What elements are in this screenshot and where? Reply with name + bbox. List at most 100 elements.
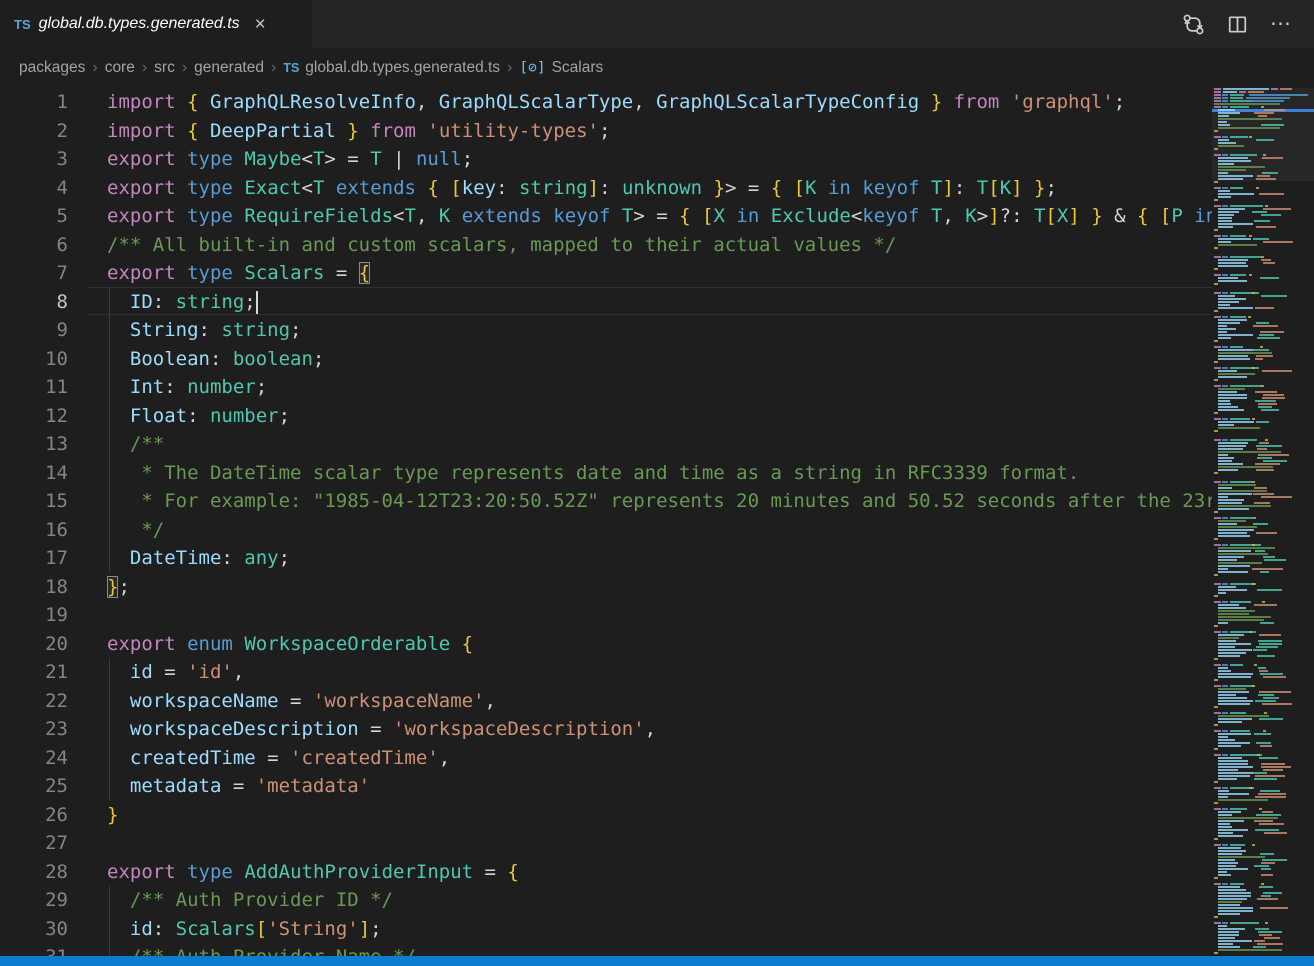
minimap-row — [1212, 781, 1314, 784]
breadcrumb-src[interactable]: src — [154, 59, 175, 77]
status-bar — [0, 956, 1314, 966]
minimap-row — [1212, 952, 1314, 955]
code-line[interactable]: /** — [107, 430, 164, 459]
minimap-row — [1212, 916, 1314, 919]
code-line[interactable]: export enum WorkspaceOrderable { — [107, 630, 473, 659]
chevron-right-icon: › — [507, 59, 512, 77]
minimap-row — [1212, 199, 1314, 202]
code-line[interactable]: workspaceDescription = 'workspaceDescrip… — [107, 715, 656, 744]
open-changes-icon[interactable] — [1178, 9, 1208, 39]
minimap-row — [1212, 679, 1314, 682]
code-line[interactable]: */ — [107, 516, 164, 545]
breadcrumb-packages[interactable]: packages — [19, 59, 85, 77]
more-actions-icon[interactable]: ⋯ — [1266, 9, 1296, 39]
line-number: 28 — [0, 858, 68, 887]
minimap-row — [1212, 658, 1314, 661]
tab-global-db-types-generated[interactable]: TS global.db.types.generated.ts × — [0, 0, 312, 48]
breadcrumb-symbol[interactable]: Scalars — [552, 59, 604, 77]
code-line[interactable]: import { DeepPartial } from 'utility-typ… — [107, 117, 610, 146]
line-number: 8 — [0, 288, 68, 317]
code-line[interactable]: ID: string; — [107, 288, 256, 317]
line-number: 22 — [0, 687, 68, 716]
minimap-row — [1212, 268, 1314, 271]
code-line[interactable]: export type Maybe<T> = T | null; — [107, 145, 473, 174]
minimap-row — [1212, 229, 1314, 232]
minimap-row — [1212, 511, 1314, 514]
line-number: 24 — [0, 744, 68, 773]
line-number: 12 — [0, 402, 68, 431]
code-line[interactable]: workspaceName = 'workspaceName', — [107, 687, 496, 716]
tab-bar: TS global.db.types.generated.ts × — [0, 0, 1314, 48]
code-line[interactable]: createdTime = 'createdTime', — [107, 744, 450, 773]
minimap-row — [1212, 877, 1314, 880]
minimap-row — [1212, 538, 1314, 541]
line-number: 20 — [0, 630, 68, 659]
minimap-row — [1212, 838, 1314, 841]
minimap-row — [1212, 340, 1314, 343]
code-line[interactable]: * For example: "1985-04-12T23:20:50.52Z"… — [107, 487, 1212, 516]
minimap-row — [1212, 283, 1314, 286]
code-line[interactable]: }; — [107, 573, 130, 602]
code-line[interactable]: export type Scalars = { — [107, 259, 370, 288]
line-number: 9 — [0, 316, 68, 345]
line-number: 21 — [0, 658, 68, 687]
minimap-row — [1212, 430, 1314, 433]
close-tab-icon[interactable]: × — [252, 14, 269, 35]
typescript-file-icon: TS — [14, 17, 31, 32]
breadcrumb-core[interactable]: core — [105, 59, 135, 77]
code-line[interactable]: } — [107, 801, 118, 830]
line-number: 16 — [0, 516, 68, 545]
split-editor-icon[interactable] — [1222, 9, 1252, 39]
code-line[interactable]: Float: number; — [107, 402, 290, 431]
line-number: 3 — [0, 145, 68, 174]
breadcrumb: packages › core › src › generated › TS g… — [0, 48, 1314, 88]
minimap-row — [1212, 724, 1314, 727]
code-line[interactable]: export type AddAuthProviderInput = { — [107, 858, 519, 887]
minimap-row — [1212, 472, 1314, 475]
editor-code[interactable]: 1import { GraphQLResolveInfo, GraphQLSca… — [0, 88, 1212, 956]
line-number: 18 — [0, 573, 68, 602]
minimap-row — [1212, 181, 1314, 184]
vscode-window: TS global.db.types.generated.ts × — [0, 0, 1314, 966]
code-line[interactable]: /** Auth Provider ID */ — [107, 886, 393, 915]
minimap-row — [1212, 310, 1314, 313]
tab-title: global.db.types.generated.ts — [39, 15, 240, 33]
code-line[interactable]: export type Exact<T extends { [key: stri… — [107, 174, 1057, 203]
code-line[interactable]: metadata = 'metadata' — [107, 772, 370, 801]
line-number: 14 — [0, 459, 68, 488]
breadcrumb-file[interactable]: global.db.types.generated.ts — [305, 59, 500, 77]
code-line[interactable]: Int: number; — [107, 373, 267, 402]
minimap-row — [1212, 247, 1314, 250]
minimap-row — [1212, 574, 1314, 577]
breadcrumb-generated[interactable]: generated — [194, 59, 264, 77]
code-line[interactable]: export type RequireFields<T, K extends k… — [107, 202, 1212, 231]
chevron-right-icon: › — [142, 59, 147, 77]
code-line[interactable]: /** Auth Provider Name */ — [107, 943, 416, 956]
line-number: 2 — [0, 117, 68, 146]
line-number: 13 — [0, 430, 68, 459]
line-number: 15 — [0, 487, 68, 516]
code-line[interactable]: DateTime: any; — [107, 544, 290, 573]
minimap-row — [1212, 148, 1314, 151]
code-line[interactable]: id: Scalars['String']; — [107, 915, 382, 944]
minimap-row — [1212, 412, 1314, 415]
line-number: 6 — [0, 231, 68, 260]
symbol-type-icon: [⊘] — [519, 60, 545, 76]
line-number: 23 — [0, 715, 68, 744]
code-line[interactable]: Boolean: boolean; — [107, 345, 324, 374]
code-line[interactable]: String: string; — [107, 316, 302, 345]
line-number: 26 — [0, 801, 68, 830]
code-line[interactable]: import { GraphQLResolveInfo, GraphQLScal… — [107, 88, 1125, 117]
chevron-right-icon: › — [182, 59, 187, 77]
line-number: 27 — [0, 829, 68, 858]
code-line[interactable]: /** All built-in and custom scalars, map… — [107, 231, 896, 260]
minimap[interactable] — [1212, 88, 1314, 956]
line-number: 25 — [0, 772, 68, 801]
code-line[interactable]: * The DateTime scalar type represents da… — [107, 459, 1079, 488]
line-number: 30 — [0, 915, 68, 944]
chevron-right-icon: › — [92, 59, 97, 77]
code-line[interactable]: id = 'id', — [107, 658, 244, 687]
line-number: 10 — [0, 345, 68, 374]
line-number: 19 — [0, 601, 68, 630]
chevron-right-icon: › — [271, 59, 276, 77]
